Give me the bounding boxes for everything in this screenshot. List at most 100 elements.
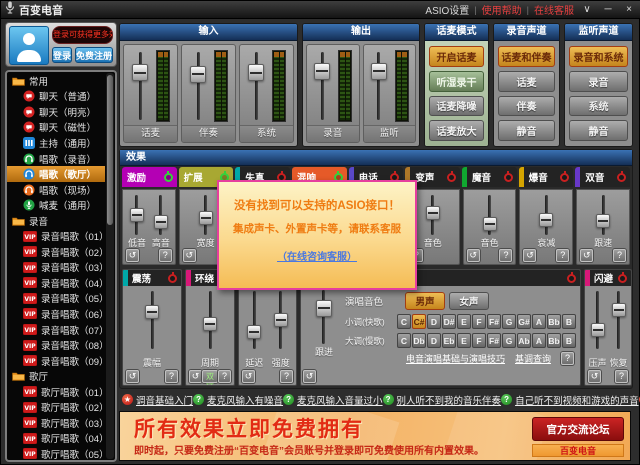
reset-button[interactable]: ↺	[242, 370, 255, 383]
sidebar-item[interactable]: VIP录音唱歌（06）	[7, 306, 105, 322]
key-button[interactable]: A	[532, 333, 546, 348]
slider-knob[interactable]	[199, 211, 213, 225]
effect-slider[interactable]	[595, 193, 611, 237]
mode-button[interactable]: 录音和系统	[569, 46, 628, 67]
key-button[interactable]: Bb	[547, 333, 561, 348]
modulation-slider[interactable]	[611, 289, 627, 351]
sidebar-item[interactable]: VIP录音唱歌（03）	[7, 260, 105, 276]
slider-knob[interactable]	[483, 217, 497, 231]
mode-button[interactable]: 话麦	[498, 71, 555, 92]
slider-knob[interactable]	[132, 64, 148, 81]
power-icon[interactable]	[447, 173, 456, 182]
key-button[interactable]: D	[427, 333, 441, 348]
key-button[interactable]: G	[502, 314, 516, 329]
key-button[interactable]: F#	[487, 314, 501, 329]
mode-button[interactable]: 静音	[569, 120, 628, 141]
dual-surround-button[interactable]: 双环→	[202, 370, 218, 383]
faq-item[interactable]: ?麦克风输入有噪音	[193, 393, 283, 407]
reset-button[interactable]: ↺	[126, 249, 139, 262]
singing-tutorial-link[interactable]: 电音演唱基础与演唱技巧	[406, 352, 505, 365]
effect-tab[interactable]: 魔音	[462, 167, 517, 187]
mode-button[interactable]: 话麦和伴奏	[498, 46, 555, 67]
slider-knob[interactable]	[248, 64, 264, 81]
reset-button[interactable]: ↺	[189, 370, 202, 383]
slider-knob[interactable]	[539, 213, 553, 227]
sidebar-item[interactable]: VIP录音唱歌（04）	[7, 275, 105, 291]
sidebar-item[interactable]: VIP录音唱歌（01）	[7, 228, 105, 244]
faq-link[interactable]: 调音基础入门	[136, 393, 193, 407]
mode-button[interactable]: 录音	[569, 71, 628, 92]
help-button[interactable]: ?	[159, 249, 172, 262]
key-button[interactable]: B	[562, 333, 576, 348]
reset-button[interactable]: ↺	[523, 249, 536, 262]
effect-slider[interactable]	[129, 193, 145, 237]
mode-button[interactable]: 系统	[569, 96, 628, 117]
menu-help[interactable]: 使用帮助	[482, 2, 522, 17]
modulation-slider[interactable]	[144, 289, 160, 351]
mode-button[interactable]: 话麦降噪	[429, 96, 484, 117]
mode-button[interactable]: 开启话麦	[429, 46, 484, 67]
sidebar-item[interactable]: VIP歌厅唱歌（03）	[7, 415, 105, 431]
sidebar-item[interactable]: VIP录音唱歌（02）	[7, 244, 105, 260]
sidebar-item[interactable]: VIP录音唱歌（05）	[7, 291, 105, 307]
key-button[interactable]: C	[397, 314, 411, 329]
effect-slider[interactable]	[425, 193, 441, 237]
key-button[interactable]: A	[532, 314, 546, 329]
effect-tab[interactable]: 双音	[575, 167, 630, 187]
sidebar-item[interactable]: VIP歌厅唱歌（02）	[7, 399, 105, 415]
key-button[interactable]: Db	[412, 333, 426, 348]
power-icon[interactable]	[618, 274, 627, 283]
key-button[interactable]: Ab	[517, 333, 531, 348]
key-button[interactable]: D	[427, 314, 441, 329]
volume-slider[interactable]	[189, 50, 207, 122]
effect-slider[interactable]	[153, 193, 169, 237]
power-icon[interactable]	[560, 173, 569, 182]
sidebar-item[interactable]: 唱歌（录音）	[7, 151, 105, 167]
avatar[interactable]	[9, 26, 49, 65]
sidebar-item[interactable]: VIP录音唱歌（07）	[7, 322, 105, 338]
faq-link[interactable]: 自己听不到视频和游戏的声音	[515, 393, 639, 407]
slider-knob[interactable]	[203, 317, 217, 331]
slider-knob[interactable]	[190, 66, 206, 83]
female-voice-button[interactable]: 女声	[449, 292, 489, 310]
slider-knob[interactable]	[591, 323, 605, 337]
slider-knob[interactable]	[316, 300, 332, 317]
sidebar-scrollbar-thumb[interactable]	[107, 75, 113, 225]
key-button[interactable]: C	[397, 333, 411, 348]
sidebar-item[interactable]: VIP歌厅唱歌（01）	[7, 384, 105, 400]
key-button[interactable]: E	[457, 314, 471, 329]
slider-knob[interactable]	[612, 303, 626, 317]
key-button[interactable]: Eb	[442, 333, 456, 348]
key-button[interactable]: G#	[517, 314, 531, 329]
key-button[interactable]: B	[562, 314, 576, 329]
reset-button[interactable]: ↺	[467, 249, 480, 262]
faq-item[interactable]: ?别人听不到我的音乐伴奏	[383, 393, 502, 407]
close-button[interactable]: ×	[621, 3, 637, 17]
male-voice-button[interactable]: 男声	[405, 292, 445, 310]
help-button[interactable]: ?	[613, 249, 626, 262]
reset-button[interactable]: ↺	[183, 249, 196, 262]
mode-button[interactable]: 话麦放大	[429, 120, 484, 141]
slider-knob[interactable]	[596, 214, 610, 228]
faq-link[interactable]: 别人听不到我的音乐伴奏	[397, 393, 502, 407]
power-icon[interactable]	[617, 173, 626, 182]
power-icon[interactable]	[567, 274, 576, 283]
sidebar-item[interactable]: VIP录音唱歌（09）	[7, 353, 105, 369]
reset-button[interactable]: ↺	[126, 370, 139, 383]
modulation-slider[interactable]	[202, 289, 218, 351]
help-button[interactable]: ?	[561, 352, 574, 365]
help-button[interactable]: ?	[280, 370, 293, 383]
reset-button[interactable]: ↺	[588, 370, 601, 383]
key-button[interactable]: C#	[412, 314, 426, 329]
slider-knob[interactable]	[426, 206, 440, 220]
reset-button[interactable]: ↺	[580, 249, 593, 262]
login-button[interactable]: 登录	[52, 47, 72, 63]
effect-tab[interactable]: 激励	[122, 167, 177, 187]
key-button[interactable]: D#	[442, 314, 456, 329]
volume-slider[interactable]	[313, 50, 331, 122]
help-button[interactable]: ?	[556, 249, 569, 262]
sidebar-item[interactable]: 主持（通用）	[7, 135, 105, 151]
faq-link[interactable]: 麦克风输入音量过小	[297, 393, 383, 407]
sidebar-folder[interactable]: 歌厅	[7, 368, 105, 384]
volume-slider[interactable]	[131, 50, 149, 122]
